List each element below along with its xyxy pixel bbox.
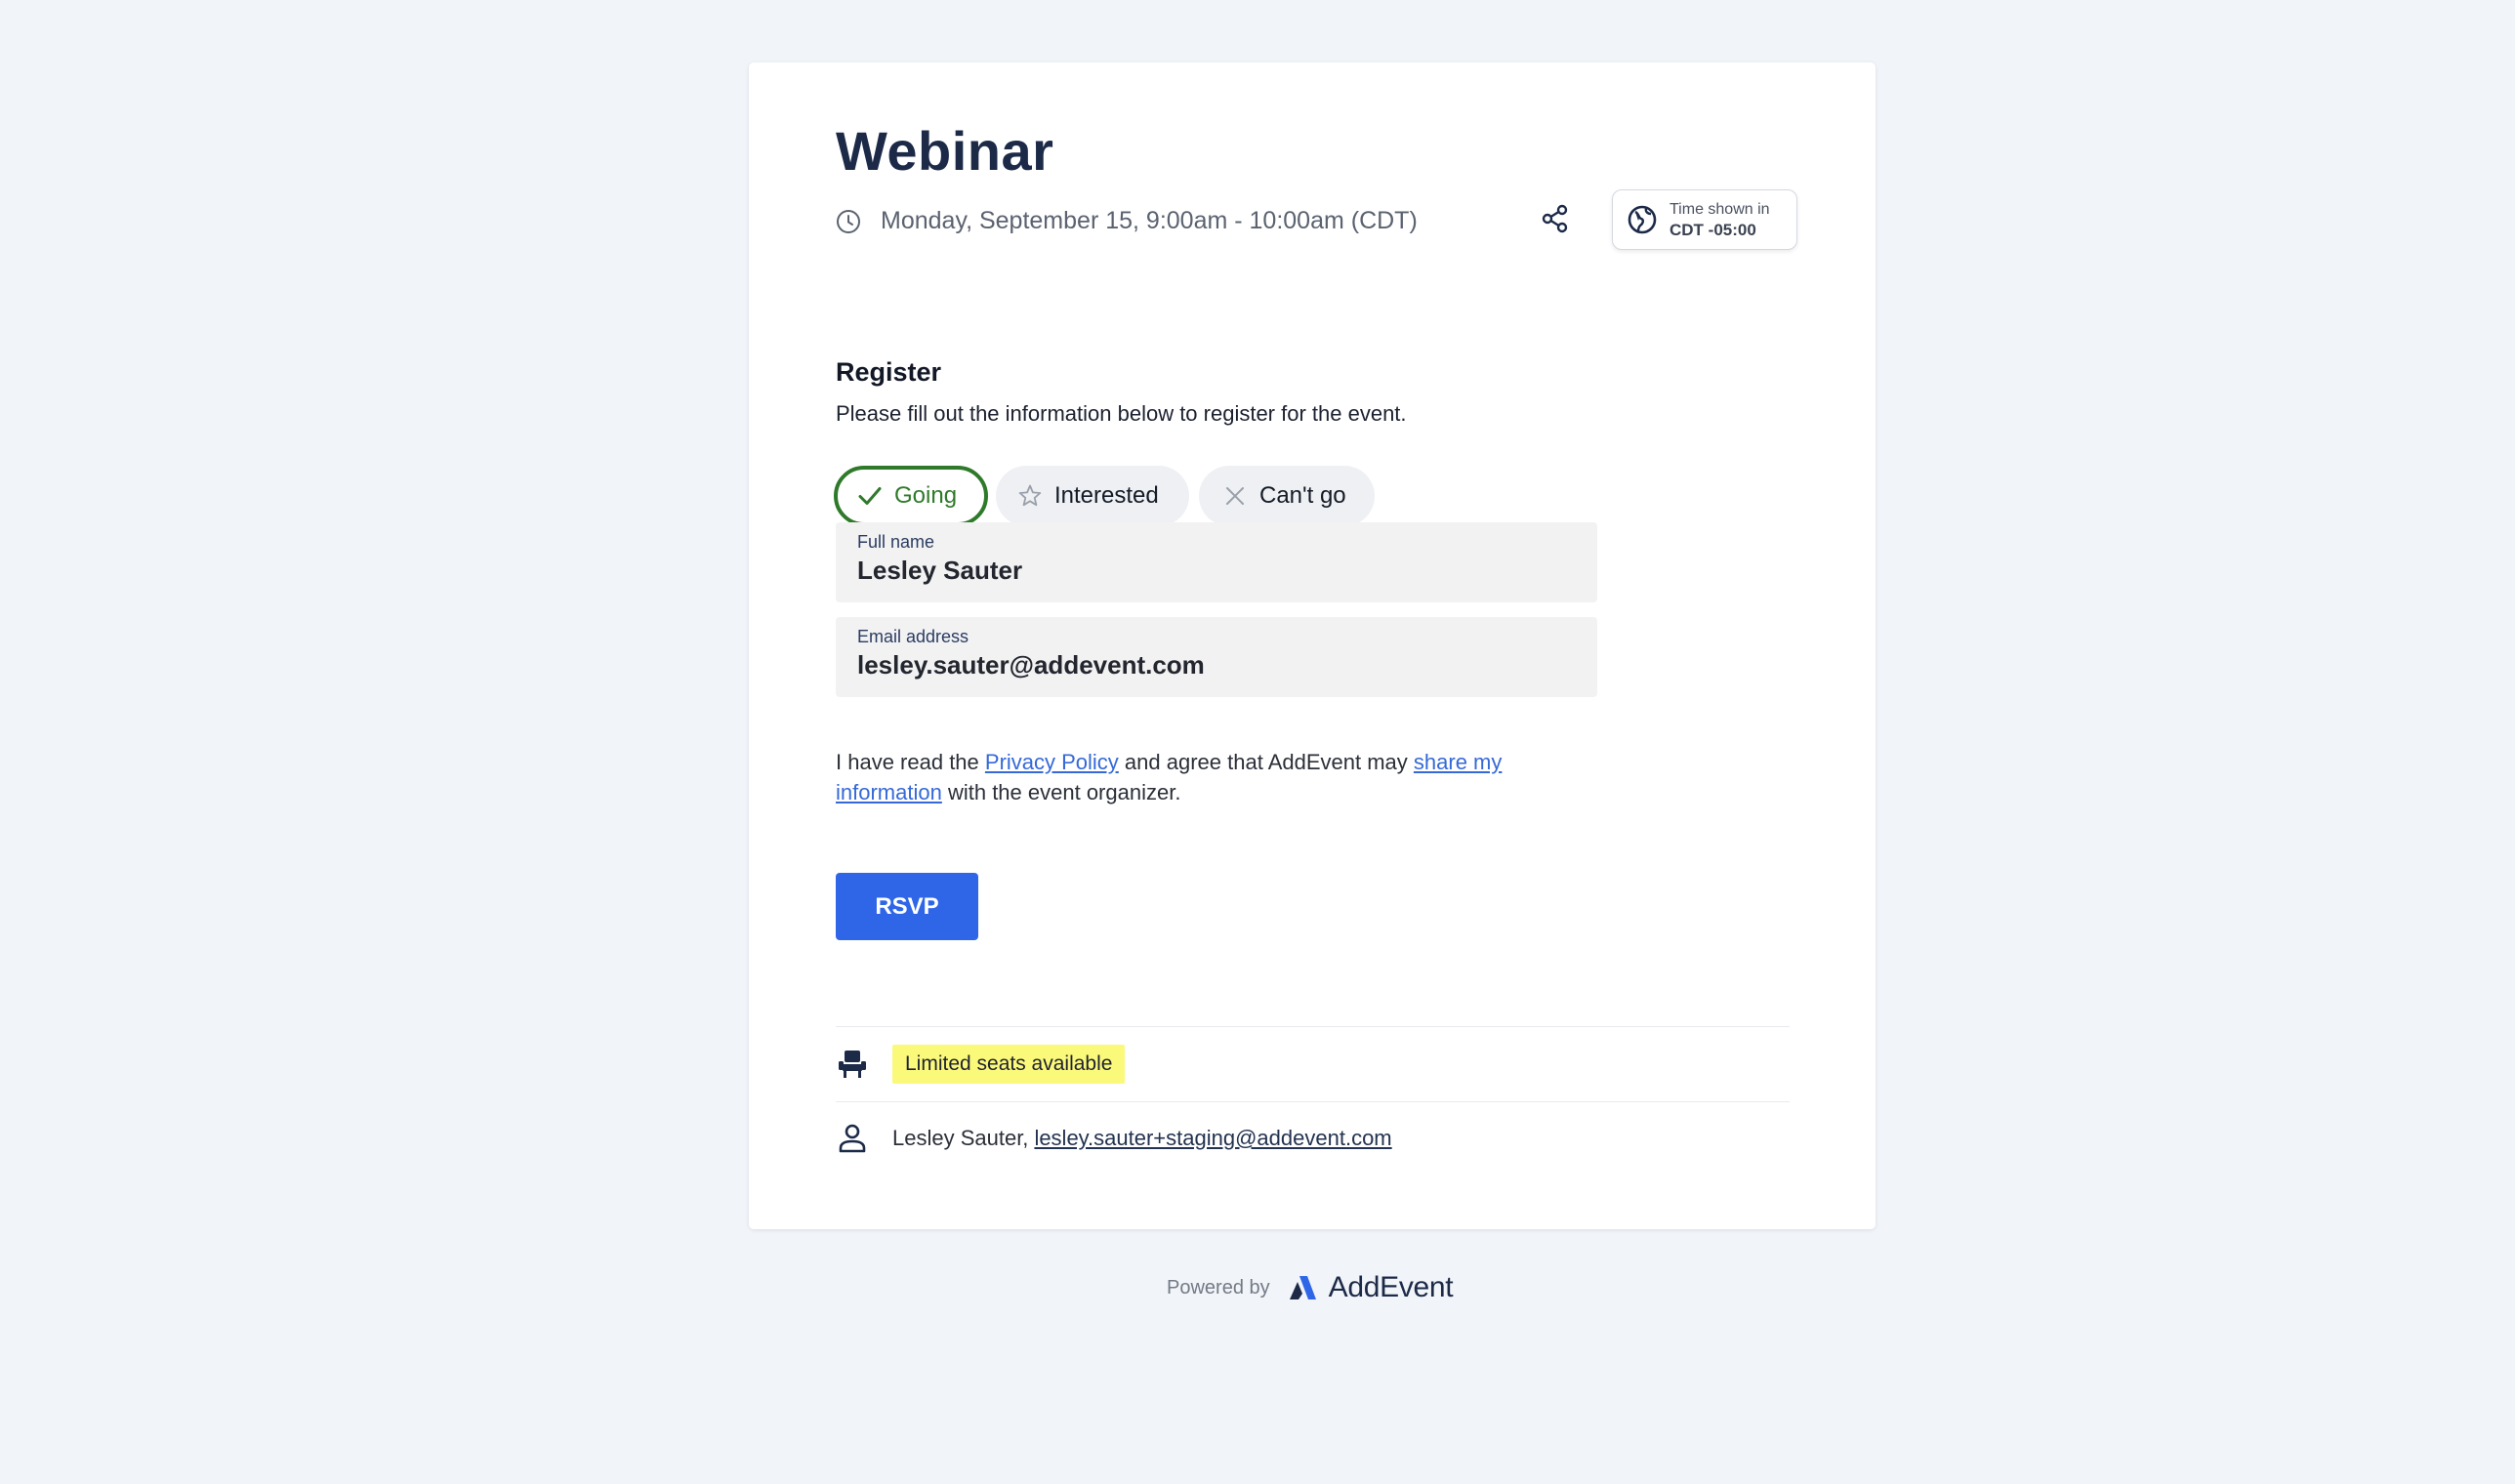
seats-row: Limited seats available [836,1045,1126,1084]
email-label: Email address [857,627,969,646]
consent-text: I have read the Privacy Policy and agree… [836,747,1539,807]
full-name-field[interactable]: Full name [836,522,1597,602]
share-button[interactable] [1536,201,1575,240]
addevent-brand: AddEvent [1328,1271,1454,1303]
star-icon [1017,483,1043,509]
cant-go-label: Can't go [1259,482,1346,509]
timezone-selector[interactable]: Time shown in CDT -05:00 [1612,189,1797,250]
cant-go-option[interactable]: Can't go [1199,466,1375,526]
globe-icon [1627,204,1658,235]
divider [836,1101,1790,1102]
chair-icon [836,1048,869,1081]
consent-text-2: and agree that AddEvent may [1118,750,1414,774]
email-field[interactable]: Email address [836,617,1597,697]
person-icon [836,1122,869,1155]
rsvp-button[interactable]: RSVP [836,873,978,940]
going-option[interactable]: Going [834,466,988,526]
event-datetime: Monday, September 15, 9:00am - 10:00am (… [881,207,1418,234]
full-name-input[interactable] [857,556,1580,586]
consent-text-1: I have read the [836,750,985,774]
register-heading: Register [836,357,942,387]
email-input[interactable] [857,650,1580,680]
consent-text-3: with the event organizer. [941,780,1181,804]
organizer-row: Lesley Sauter, lesley.sauter+staging@add… [836,1122,1392,1155]
going-label: Going [894,482,958,509]
rsvp-options: Going Interested Can't go [834,466,1375,526]
share-icon [1540,203,1571,239]
close-icon [1222,483,1248,509]
addevent-logo-icon [1288,1274,1317,1301]
powered-by-footer[interactable]: Powered by AddEvent [1167,1271,1454,1304]
check-icon [857,483,883,509]
divider [836,1026,1790,1027]
interested-option[interactable]: Interested [996,466,1189,526]
organizer-email-link[interactable]: lesley.sauter+staging@addevent.com [1034,1126,1391,1151]
timezone-label: Time shown in [1670,201,1770,218]
event-title: Webinar [836,120,1054,182]
event-datetime-row: Monday, September 15, 9:00am - 10:00am (… [836,207,1418,235]
privacy-policy-link[interactable]: Privacy Policy [985,750,1119,774]
event-card: Webinar Monday, September 15, 9:00am - 1… [749,62,1876,1229]
full-name-label: Full name [857,532,935,552]
limited-seats-badge: Limited seats available [892,1045,1126,1084]
clock-icon [836,209,861,234]
register-description: Please fill out the information below to… [836,401,1407,426]
interested-label: Interested [1054,482,1159,509]
timezone-value: CDT -05:00 [1670,221,1756,239]
organizer-name: Lesley Sauter, [892,1126,1029,1150]
powered-by-label: Powered by [1167,1276,1270,1298]
